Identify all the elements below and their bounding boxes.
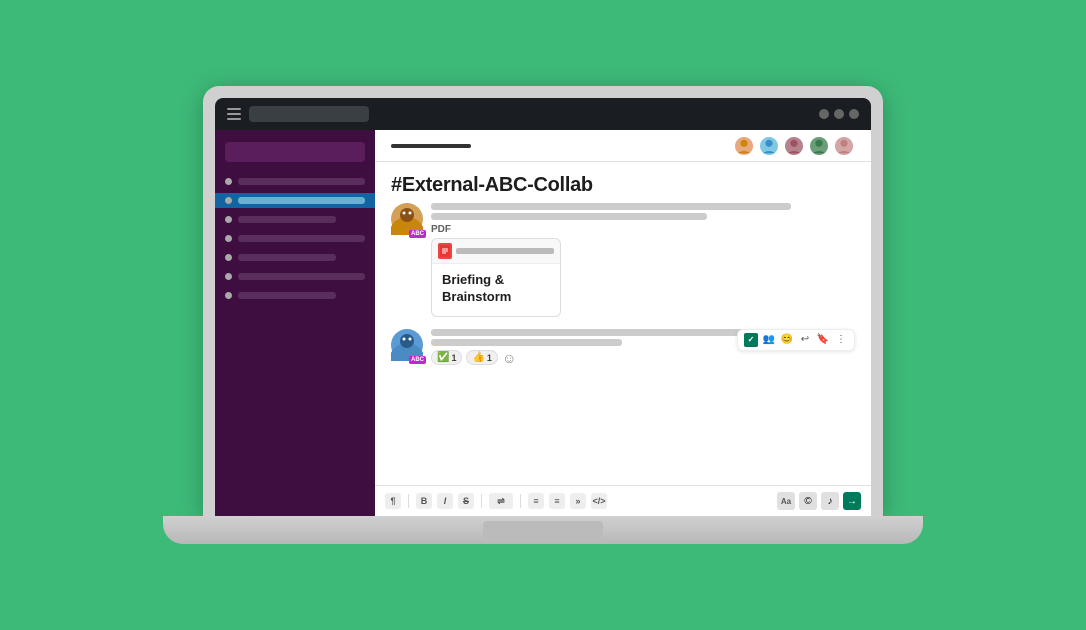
- sidebar-line-2: [238, 197, 365, 204]
- topbar-left: [227, 106, 369, 122]
- screen-topbar: [215, 98, 871, 130]
- sidebar-dot-7: [225, 292, 232, 299]
- composer-btn-code[interactable]: </>: [591, 493, 607, 509]
- sidebar-dot-2: [225, 197, 232, 204]
- sidebar-line-1: [238, 178, 365, 185]
- pdf-label: PDF: [431, 224, 855, 235]
- abc-badge-2: ABC: [409, 356, 426, 364]
- sidebar-dot-6: [225, 273, 232, 280]
- main-content: #External-ABC-Collab: [375, 130, 871, 516]
- sidebar-dot-1: [225, 178, 232, 185]
- composer-btn-strike[interactable]: S: [458, 493, 474, 509]
- sidebar-line-6: [238, 273, 365, 280]
- sidebar-dot-5: [225, 254, 232, 261]
- action-people[interactable]: 👥: [762, 333, 776, 347]
- channel-avatar-3: [783, 135, 805, 157]
- sidebar-line-7: [238, 292, 336, 299]
- laptop-trackpad: [483, 521, 603, 539]
- composer-toolbar: ¶ B I S ⇌ ≡ ≡ » </>: [385, 492, 861, 510]
- pdf-card[interactable]: Briefing &Brainstorm: [431, 238, 561, 317]
- sidebar: [215, 130, 375, 516]
- composer-divider-3: [520, 494, 521, 508]
- composer-btn-audio[interactable]: ♪: [821, 492, 839, 510]
- sidebar-item-3[interactable]: [215, 212, 375, 227]
- message-1: ABC PDF: [391, 203, 855, 317]
- message-avatar-2: ABC: [391, 329, 423, 361]
- pdf-card-header: [432, 239, 560, 264]
- reaction-chip-check[interactable]: ✅1: [431, 350, 462, 365]
- msg-line-4: [431, 339, 622, 346]
- composer-area[interactable]: ¶ B I S ⇌ ≡ ≡ » </>: [375, 485, 871, 516]
- window-dot-1: [819, 109, 829, 119]
- composer-btn-list1[interactable]: ≡: [528, 493, 544, 509]
- pdf-icon: [438, 243, 452, 259]
- pdf-title-line: [456, 248, 554, 254]
- screen-body: #External-ABC-Collab: [215, 130, 871, 516]
- action-check[interactable]: ✓: [744, 333, 758, 347]
- hamburger-icon[interactable]: [227, 108, 241, 120]
- sidebar-item-6[interactable]: [215, 269, 375, 284]
- sidebar-dot-3: [225, 216, 232, 223]
- channel-title: #External-ABC-Collab: [391, 174, 855, 197]
- channel-topbar: [375, 130, 871, 162]
- channel-title-area: #External-ABC-Collab: [375, 162, 871, 203]
- composer-divider-1: [408, 494, 409, 508]
- add-reaction-button[interactable]: ☺: [502, 350, 516, 366]
- message-avatar-1: ABC: [391, 203, 423, 235]
- channel-avatar-4: [808, 135, 830, 157]
- sidebar-line-3: [238, 216, 336, 223]
- channel-avatars: [733, 135, 855, 157]
- pdf-card-body: Briefing &Brainstorm: [432, 264, 560, 316]
- composer-divider-2: [481, 494, 482, 508]
- sidebar-search[interactable]: [225, 142, 365, 162]
- topbar-search-bar: [249, 106, 369, 122]
- laptop-wrapper: #External-ABC-Collab: [163, 86, 923, 544]
- window-dot-3: [849, 109, 859, 119]
- action-more[interactable]: ⋮: [834, 333, 848, 347]
- msg-line-2: [431, 213, 707, 220]
- channel-avatar-1: [733, 135, 755, 157]
- composer-btn-link[interactable]: ⇌: [489, 493, 513, 509]
- sidebar-item-2-active[interactable]: [215, 193, 375, 208]
- reactions-row: ✅1 👍1 ☺: [431, 350, 855, 366]
- action-emoji[interactable]: 😊: [780, 333, 794, 347]
- message-body-1: PDF: [431, 203, 855, 317]
- laptop-screen: #External-ABC-Collab: [215, 98, 871, 516]
- message-lines-1: [431, 203, 855, 220]
- reaction-chip-thumbs[interactable]: 👍1: [466, 350, 497, 365]
- sidebar-item-5[interactable]: [215, 250, 375, 265]
- composer-btn-emoji[interactable]: ©: [799, 492, 817, 510]
- sidebar-line-5: [238, 254, 336, 261]
- composer-btn-Aa[interactable]: Aa: [777, 492, 795, 510]
- sidebar-line-4: [238, 235, 365, 242]
- composer-btn-italic[interactable]: I: [437, 493, 453, 509]
- pdf-card-title: Briefing &Brainstorm: [442, 272, 550, 306]
- msg-line-1: [431, 203, 791, 210]
- action-reply[interactable]: ↩: [798, 333, 812, 347]
- laptop-base: [163, 516, 923, 544]
- channel-divider: [391, 144, 471, 148]
- channel-avatar-2: [758, 135, 780, 157]
- composer-btn-paragraph[interactable]: ¶: [385, 493, 401, 509]
- composer-btn-list2[interactable]: ≡: [549, 493, 565, 509]
- window-dot-2: [834, 109, 844, 119]
- composer-btn-blockquote[interactable]: »: [570, 493, 586, 509]
- messages-area: ABC PDF: [375, 203, 871, 485]
- composer-btn-send[interactable]: →: [843, 492, 861, 510]
- sidebar-item-4[interactable]: [215, 231, 375, 246]
- laptop-screen-shell: #External-ABC-Collab: [203, 86, 883, 516]
- sidebar-item-1[interactable]: [215, 174, 375, 189]
- channel-avatar-5: [833, 135, 855, 157]
- action-bookmark[interactable]: 🔖: [816, 333, 830, 347]
- sidebar-dot-4: [225, 235, 232, 242]
- sidebar-item-7[interactable]: [215, 288, 375, 303]
- abc-badge-1: ABC: [409, 230, 426, 238]
- message-2: ABC ✅1: [391, 329, 855, 366]
- topbar-window-controls: [819, 109, 859, 119]
- composer-right-buttons: Aa © ♪ →: [777, 492, 861, 510]
- composer-btn-bold[interactable]: B: [416, 493, 432, 509]
- message-actions-overlay: ✓ 👥 😊 ↩ 🔖 ⋮: [737, 329, 855, 351]
